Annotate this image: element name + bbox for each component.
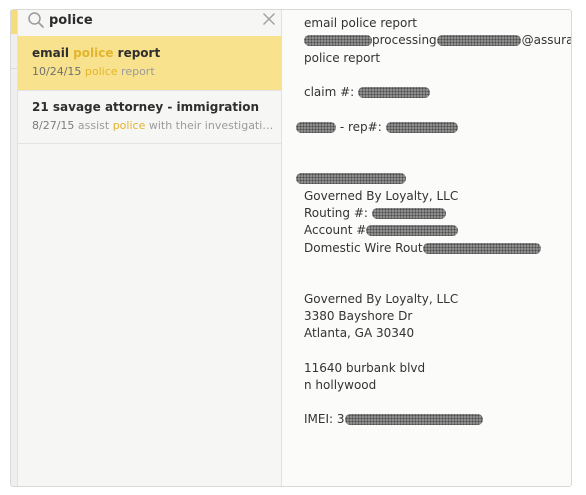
collapsed-folder-pane [11,10,18,486]
search-bar [18,10,281,32]
redaction [304,35,372,46]
note-line: Governed By Loyalty, LLC [304,189,459,203]
redaction [436,35,521,46]
redaction [358,87,431,98]
note-line: Account # [304,223,459,238]
redaction [371,208,446,219]
close-icon[interactable] [262,12,276,26]
note-line: email police report [304,16,417,30]
note-date-snippet: 8/27/15 assist police with their investi… [32,119,272,132]
note-line: - rep#: [296,120,458,135]
list-item-21-savage-attorney[interactable]: 21 savage attorney - immigration 8/27/15… [18,90,281,144]
note-line: 11640 burbank blvd [304,361,426,375]
folder-pane-accent [11,10,17,34]
notes-list-pane: email police report 10/24/15 police repo… [18,10,282,486]
redaction [344,414,483,425]
note-title: 21 savage attorney - immigration [32,100,259,114]
note-line: processing@assurant.com [304,33,571,48]
folder-pane-divider [11,68,17,69]
note-line: 3380 Bayshore Dr [304,309,413,323]
note-line: Governed By Loyalty, LLC [304,292,459,306]
note-line: claim #: [304,85,431,100]
redaction [296,173,406,184]
search-input[interactable] [49,10,229,30]
note-line: Routing #: [304,206,446,221]
redaction [385,122,458,133]
note-editor[interactable]: email police report processing@assurant.… [282,10,571,486]
redaction [296,122,336,133]
notes-window: email police report 10/24/15 police repo… [10,9,572,487]
redaction [366,225,459,236]
note-line: IMEI: 3 [304,412,483,427]
note-line: Atlanta, GA 30340 [304,326,415,340]
note-line: n hollywood [304,378,377,392]
note-list: email police report 10/24/15 police repo… [18,36,281,144]
note-line [296,171,406,186]
note-date-snippet: 10/24/15 police report [32,65,155,78]
list-item-email-police-report[interactable]: email police report 10/24/15 police repo… [18,36,281,90]
search-icon [28,12,44,28]
note-title: email police report [32,46,161,60]
redaction [422,243,541,254]
note-line: police report [304,51,381,65]
note-line: Domestic Wire Rout [304,241,541,256]
